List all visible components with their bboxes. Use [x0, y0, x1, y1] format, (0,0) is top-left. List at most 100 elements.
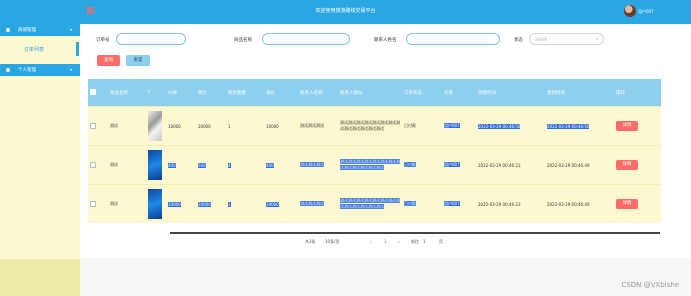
next-page-icon[interactable]: ›: [398, 239, 400, 249]
column-header[interactable]: 联系人地址: [338, 79, 402, 107]
product-image: [148, 111, 162, 141]
active-indicator: [76, 42, 79, 56]
avatar[interactable]: [624, 5, 636, 17]
table-scrollbar[interactable]: [170, 232, 660, 234]
cell-address-text: 测试测试测试测试测试测试测试测试测试测试测试测试测试: [340, 198, 400, 209]
column-header[interactable]: 订单状态: [402, 79, 442, 107]
orders-table: 商品名称 t 价格 原价 购买数量 总价 联系人名称 联系人地址 订单状态 买家…: [88, 79, 661, 223]
cell-contact: 测试测试测试: [298, 106, 338, 146]
cell-created: 2022-03-29 00:46:58: [476, 106, 545, 146]
sidebar-subitem-label: 订单列表: [24, 47, 45, 53]
cell-status-text: 已付款: [404, 162, 416, 167]
page-number[interactable]: 1: [384, 239, 387, 249]
column-header[interactable]: 创建时间: [476, 79, 545, 107]
sidebar-item-label: 个人管理: [18, 68, 36, 73]
cell-updated: 2022-03-29 00:46:49: [545, 184, 614, 223]
table-row[interactable]: 测试 10000 20000 1 10000 测试测试测试 测试测试测试测试测试…: [88, 184, 661, 223]
cell-total: 10000: [264, 184, 298, 223]
username[interactable]: 用户007: [638, 9, 654, 15]
row-checkbox[interactable]: [88, 184, 108, 223]
select-all-checkbox[interactable]: [88, 79, 108, 107]
column-header[interactable]: 原价: [196, 79, 226, 107]
order-no-input[interactable]: [116, 33, 186, 45]
contact-input[interactable]: [406, 33, 500, 45]
cell-created: 2022-03-29 00:46:23: [476, 145, 545, 185]
cell-address: 测试测试测试测试测试测试测试测试测试测试测试测试测试: [338, 145, 402, 185]
product-input[interactable]: [262, 33, 350, 45]
cell-orig: 20000: [196, 106, 226, 146]
cell-qty-text: 1: [228, 201, 231, 207]
product-image: [148, 189, 162, 219]
page-size-select[interactable]: 10条/页: [325, 239, 357, 249]
cell-qty: 4: [226, 145, 264, 185]
detail-button[interactable]: 详情: [616, 160, 638, 170]
goto-page-input[interactable]: 1: [423, 239, 436, 249]
table-row[interactable]: 测试 400 500 4 400 测试测试测试 测试测试测试测试测试测试测试测试…: [88, 145, 661, 185]
column-header[interactable]: 商品名称: [108, 79, 146, 107]
cell-status-text: 已付款: [404, 201, 416, 206]
cell-name: 测试: [108, 106, 146, 146]
cell-buyer-text: 用户007: [444, 123, 460, 128]
cell-buyer: 用户007: [442, 184, 476, 223]
reset-button[interactable]: 重置: [126, 55, 150, 66]
prev-page-icon[interactable]: ‹: [370, 239, 372, 249]
cell-contact-text: 测试测试测试: [300, 201, 324, 206]
contact-label: 联系人姓名: [374, 38, 397, 43]
sidebar-subitem-orders[interactable]: 订单列表: [0, 42, 80, 56]
cell-buyer-text: 用户007: [444, 201, 460, 206]
row-checkbox[interactable]: [88, 145, 108, 185]
column-header[interactable]: t: [146, 79, 166, 107]
cell-orig-text: 20000: [198, 201, 211, 207]
cell-address: 测试测试测试测试测试测试测试测试测试测试测试测试测试: [338, 184, 402, 223]
row-checkbox[interactable]: [88, 106, 108, 146]
cell-price-text: 400: [168, 162, 176, 168]
cell-contact: 测试测试测试: [298, 184, 338, 223]
cell-buyer: 用户007: [442, 145, 476, 185]
cell-buyer: 用户007: [442, 106, 476, 146]
shop-icon: [6, 28, 10, 32]
query-button[interactable]: 查询: [97, 55, 120, 66]
cell-actions: 详情: [614, 145, 661, 185]
cell-total-text: 400: [266, 162, 274, 168]
status-select[interactable]: 请选择 ▾: [529, 33, 604, 45]
cell-address: 测试测试测试测试测试测试测试测试测试测试测试测试测试: [338, 106, 402, 146]
cell-status: 已付款: [402, 106, 442, 146]
top-bar: 欢迎使用旅游路线交易平台 用户007: [0, 0, 691, 24]
product-image: [148, 150, 162, 180]
cell-total: 10000: [264, 106, 298, 146]
order-no-label: 订单号: [96, 38, 110, 43]
column-header[interactable]: 买家: [442, 79, 476, 107]
cell-qty: 1: [226, 184, 264, 223]
cell-total-text: 10000: [266, 201, 279, 207]
column-header[interactable]: 更新时间: [545, 79, 614, 107]
cell-total: 400: [264, 145, 298, 185]
cell-qty-text: 4: [228, 162, 231, 168]
cell-image: [146, 145, 166, 185]
table-row[interactable]: 测试 10000 20000 1 10000 测试测试测试 测试测试测试测试测试…: [88, 106, 661, 146]
sidebar-item-personal[interactable]: 个人管理 ▾: [0, 64, 80, 76]
cell-price-text: 10000: [168, 201, 181, 207]
cell-address-text: 测试测试测试测试测试测试测试测试测试测试测试测试测试: [340, 159, 400, 170]
cell-price: 10000: [166, 106, 196, 146]
product-label: 商品名称: [234, 38, 252, 43]
pager-total: 共3条: [305, 239, 316, 244]
cell-contact: 测试测试测试: [298, 145, 338, 185]
column-header[interactable]: 价格: [166, 79, 196, 107]
sidebar-item-mall[interactable]: 商城管理 ▾: [0, 24, 80, 36]
cell-name: 测试: [108, 145, 146, 185]
cell-updated: 2022-03-29 00:46:50: [545, 106, 614, 146]
cell-contact-text: 测试测试测试: [300, 162, 324, 167]
detail-button[interactable]: 详情: [616, 199, 638, 209]
chevron-down-icon: ▾: [69, 67, 72, 72]
cell-orig: 500: [196, 145, 226, 185]
cell-price: 400: [166, 145, 196, 185]
column-header[interactable]: 购买数量: [226, 79, 264, 107]
cell-orig-text: 500: [198, 162, 206, 168]
cell-actions: 详情: [614, 106, 661, 146]
column-header[interactable]: 总价: [264, 79, 298, 107]
cell-actions: 详情: [614, 184, 661, 223]
cell-status: 已付款: [402, 184, 442, 223]
detail-button[interactable]: 详情: [616, 121, 638, 131]
watermark: CSDN @VXbishe: [621, 281, 679, 289]
column-header[interactable]: 联系人名称: [298, 79, 338, 107]
